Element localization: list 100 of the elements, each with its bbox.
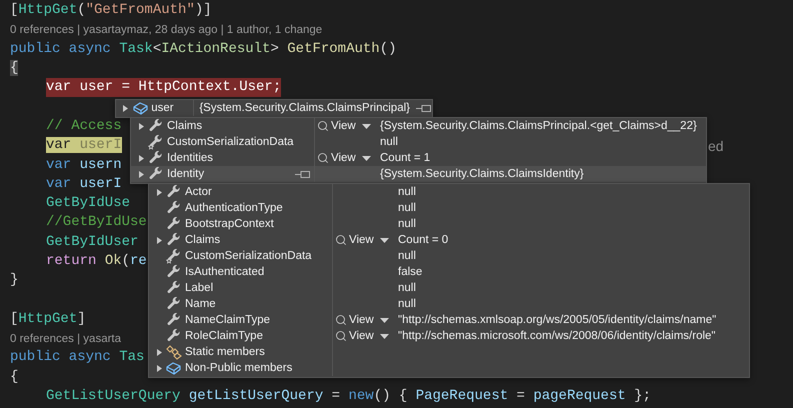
wrench-icon — [166, 312, 181, 328]
variable-value: null — [397, 202, 416, 214]
view-button[interactable]: View — [317, 150, 371, 166]
code-line: } — [10, 271, 18, 290]
pin-icon[interactable] — [295, 170, 311, 178]
variable-name: CustomSerializationData — [167, 136, 294, 148]
variable-value: null — [397, 186, 416, 198]
wrench-icon — [148, 166, 163, 182]
caret-icon — [362, 156, 371, 160]
code-line: [HttpGet] — [10, 310, 86, 329]
view-button[interactable]: View — [335, 232, 389, 248]
code-line: GetByIdUser — [46, 232, 138, 252]
variable-name: Identities — [167, 152, 214, 164]
search-icon — [335, 234, 347, 246]
watch-row[interactable]: Claims View {System.Security.Claims.ClaimsPrincipal.<get_Claims>d__22} — [131, 118, 706, 134]
watch-row[interactable]: Non-Public members — [149, 360, 749, 376]
search-icon — [317, 120, 329, 132]
code-line: // Access — [46, 116, 122, 136]
expand-arrow-icon[interactable] — [138, 122, 144, 130]
variable-name: CustomSerializationData — [185, 250, 312, 262]
variable-value: {System.Security.Claims.ClaimsPrincipal.<get_Claims>d__22} — [379, 120, 697, 132]
expand-arrow-icon[interactable] — [156, 348, 162, 356]
watch-row[interactable]: CustomSerializationData null — [131, 134, 706, 150]
variable-name: Label — [185, 282, 214, 294]
view-button[interactable]: View — [317, 118, 371, 134]
watch-row[interactable]: user {System.Security.Claims.ClaimsPrincipal} — [116, 100, 432, 116]
expand-arrow-icon[interactable] — [138, 170, 144, 178]
codelens-text: 0 references | yasartaymaz, 28 days ago | 1 author, 1 change — [10, 24, 322, 36]
watch-row[interactable]: Label null — [149, 280, 749, 296]
watch-row[interactable]: Static members — [149, 344, 749, 360]
variable-value: "http://schemas.microsoft.com/ws/2008/06/identity/claims/role" — [397, 330, 716, 342]
codelens-text: 0 references | yasarta — [10, 332, 122, 345]
code-text-fragment: ed — [708, 138, 724, 154]
code-line: GetByIdUse — [46, 194, 130, 214]
expand-arrow-icon[interactable] — [138, 154, 144, 162]
variable-name: NameClaimType — [185, 314, 270, 326]
watch-row[interactable]: RoleClaimType View "http://schemas.microsoft.com/ws/2008/06/identity/claims/role" — [149, 328, 749, 344]
view-button[interactable]: View — [335, 328, 389, 344]
search-icon — [335, 330, 347, 342]
variable-value: false — [397, 266, 422, 278]
variable-name: user — [151, 102, 174, 114]
variable-value: {System.Security.Claims.ClaimsPrincipal} — [198, 102, 410, 114]
wrench-star-icon — [148, 134, 163, 150]
code-line: var usern — [46, 156, 122, 175]
search-icon — [317, 152, 329, 164]
wrench-star-icon — [166, 248, 181, 264]
variable-name: Claims — [185, 234, 220, 246]
watch-row[interactable]: CustomSerializationData null — [149, 248, 749, 264]
code-line: { — [10, 368, 18, 387]
variable-name: RoleClaimType — [185, 330, 263, 342]
code-line: return Ok(re — [46, 252, 147, 271]
wrench-icon — [166, 232, 181, 248]
variable-name: Name — [185, 298, 216, 310]
variable-value: null — [379, 136, 398, 148]
cube-icon — [166, 361, 181, 375]
variable-value: null — [397, 250, 416, 262]
variable-value: Count = 1 — [379, 152, 430, 164]
variable-value: null — [397, 218, 416, 230]
variable-value: {System.Security.Claims.ClaimsIdentity} — [379, 168, 584, 180]
watch-row[interactable]: NameClaimType View "http://schemas.xmlsoap.org/ws/2005/05/identity/claims/name" — [149, 312, 749, 328]
code-line: //GetByIdUse — [46, 213, 147, 232]
watch-row[interactable]: Claims View Count = 0 — [149, 232, 749, 248]
variable-value: null — [397, 298, 416, 310]
wrench-icon — [166, 264, 181, 280]
watch-row[interactable]: Identity {System.Security.Claims.ClaimsIdentity} — [131, 166, 706, 182]
variable-value: null — [397, 282, 416, 294]
expand-arrow-icon[interactable] — [156, 364, 162, 372]
code-line: var userI — [46, 174, 122, 194]
expand-arrow-icon[interactable] — [123, 104, 128, 112]
variable-name: Claims — [167, 120, 202, 132]
variable-name: Non-Public members — [185, 362, 292, 374]
wrench-icon — [148, 150, 163, 166]
search-icon — [335, 314, 347, 326]
variable-value: "http://schemas.xmlsoap.org/ws/2005/05/identity/claims/name" — [397, 314, 716, 326]
variable-name: Actor — [185, 186, 212, 198]
caret-icon — [380, 238, 389, 242]
variable-name: BootstrapContext — [185, 218, 274, 230]
cube-icon — [132, 101, 148, 115]
expand-arrow-icon[interactable] — [156, 236, 162, 244]
watch-row[interactable]: Name null — [149, 296, 749, 312]
watch-row[interactable]: AuthenticationType null — [149, 200, 749, 216]
expand-arrow-icon[interactable] — [156, 188, 162, 196]
watch-row[interactable]: BootstrapContext null — [149, 216, 749, 232]
pin-icon[interactable] — [416, 104, 432, 112]
wrench-icon — [166, 328, 181, 344]
wrench-icon — [166, 216, 181, 232]
variable-name: AuthenticationType — [185, 202, 283, 214]
code-line: public async Task<IActionResult> GetFromAuth() — [10, 40, 396, 59]
wrench-icon — [148, 118, 163, 134]
caret-icon — [380, 334, 389, 338]
code-line: GetListUserQuery getListUserQuery = new() { PageRequest = pageRequest }; — [46, 387, 651, 406]
wrench-icon — [166, 280, 181, 296]
watch-row[interactable]: IsAuthenticated false — [149, 264, 749, 280]
view-button[interactable]: View — [335, 312, 389, 328]
shapes-icon — [166, 344, 182, 360]
wrench-icon — [166, 184, 181, 200]
watch-row[interactable]: Actor null — [149, 184, 749, 200]
code-line: public async Tas — [10, 348, 144, 368]
caret-icon — [362, 124, 371, 128]
code-line: [HttpGet("GetFromAuth")] — [10, 1, 212, 20]
